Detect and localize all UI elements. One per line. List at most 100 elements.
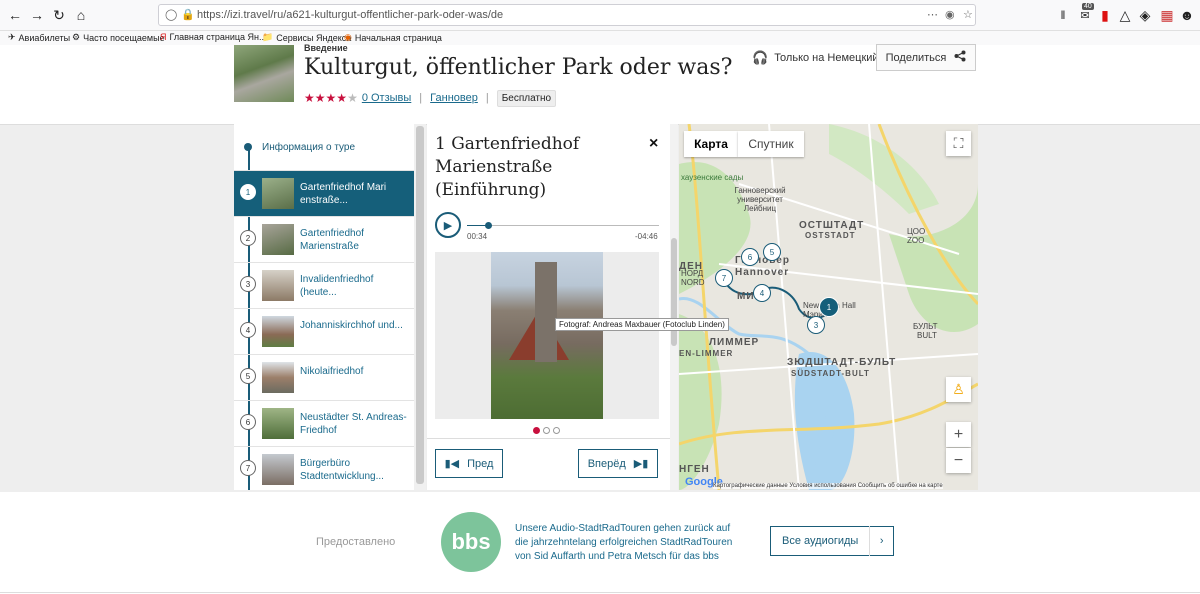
stop-title: 1 Gartenfriedhof Marienstraße (Einführun… (435, 134, 580, 200)
map-label: SÜDSTADT-BULT (791, 369, 870, 378)
home-icon[interactable]: ⌂ (70, 4, 92, 26)
map-footer-links[interactable]: Картографические данные Условия использо… (713, 483, 943, 489)
bookmark-item[interactable]: ✈ Авиабилеты (8, 32, 70, 43)
star-rating: ★★★★★ (304, 91, 358, 105)
stop-item-1[interactable]: 1 Gartenfriedhof Mari enstraße... (234, 170, 414, 216)
stops-list: Информация о туре 1 Gartenfriedhof Mari … (234, 124, 414, 490)
translate-extension-icon[interactable]: ◈ (1134, 4, 1156, 26)
tour-info-item[interactable]: Информация о туре (234, 124, 414, 170)
photo-gallery[interactable] (435, 252, 659, 419)
gallery-dot[interactable] (553, 427, 560, 434)
lock-icon[interactable]: 🔒 (181, 8, 195, 21)
zoom-out-icon[interactable]: − (946, 448, 971, 473)
bookmark-item[interactable]: ⚙ Часто посещаемые (72, 32, 165, 43)
reviews-link[interactable]: 0 Отзывы (362, 92, 411, 104)
page-title: Kulturgut, öffentlicher Park oder was? (304, 55, 733, 80)
bbs-logo[interactable]: bbs (441, 512, 501, 572)
gallery-extension-icon[interactable]: ▦ (1156, 4, 1178, 26)
stop-item-3[interactable]: 3 Invalidenfriedhof (heute... (234, 262, 414, 308)
chevron-right-icon: › (869, 526, 893, 556)
gear-icon: ⚙ (72, 32, 81, 42)
next-button[interactable]: Вперёд ▶▮ (578, 449, 658, 478)
map-label: ЗЮДШТАДТ-БУЛЬТ (787, 357, 897, 368)
map-label: НГЕН (679, 464, 710, 475)
star-icon: ★ (336, 91, 348, 105)
stop-item-4[interactable]: 4 Johanniskirchhof und... (234, 308, 414, 354)
provider-description: Unsere Audio-StadtRadTouren gehen zurück… (515, 523, 733, 562)
tour-info-label: Информация о туре (262, 142, 356, 153)
skip-forward-icon: ▶▮ (633, 458, 649, 470)
prev-label: Пред (467, 457, 494, 470)
map-label: ДЕН (679, 261, 704, 272)
fullscreen-icon[interactable]: ⛶ (946, 131, 971, 156)
map-label: ОСТШТАДТ (799, 220, 865, 231)
library-icon[interactable]: ‖ (1052, 4, 1074, 26)
share-button[interactable]: Поделиться (876, 44, 976, 71)
bookmark-star-icon[interactable]: ☆ (963, 8, 973, 21)
bookmark-item[interactable]: Я Главная страница Ян... (160, 32, 267, 42)
stop-thumbnail (262, 362, 294, 393)
close-button[interactable]: × (649, 135, 658, 153)
all-audioguides-button[interactable]: Все аудиогиды › (770, 526, 894, 556)
audio-progress-track[interactable] (467, 225, 659, 226)
pegman-icon[interactable]: ♙ (946, 377, 971, 402)
sidebar-scrollbar-thumb[interactable] (416, 126, 424, 484)
share-label: Поделиться (885, 51, 947, 64)
stop-thumbnail (262, 316, 294, 347)
bookmarks-bar: ✈ Авиабилеты ⚙ Часто посещаемые Я Главная с… (0, 31, 1200, 45)
back-icon[interactable]: ← (4, 4, 26, 26)
pocket-icon[interactable]: ◉ (945, 8, 955, 21)
all-audioguides-label: Все аудиогиды (782, 535, 859, 547)
forward-icon[interactable]: → (26, 4, 48, 26)
map-label: ЛИММЕР (709, 337, 760, 348)
more-icon[interactable]: ⋯ (927, 8, 938, 21)
time-remaining: -04:46 (635, 232, 658, 241)
language-label: Только на Немецкий (774, 52, 879, 64)
tab-map[interactable]: Карта (684, 131, 738, 157)
stop-number: 2 (240, 230, 256, 246)
map-label: OSTSTADT (805, 231, 856, 240)
map-label: BULT (917, 331, 937, 340)
gallery-dot[interactable] (533, 427, 540, 434)
star-icon: ★ (304, 91, 315, 105)
tab-satellite[interactable]: Спутник (738, 131, 804, 157)
url-text[interactable]: https://izi.travel/ru/a621-kulturgut-off… (197, 9, 503, 21)
map-marker-3[interactable]: 3 (807, 316, 825, 334)
url-bar[interactable]: ◯ 🔒 https://izi.travel/ru/a621-kulturgut… (158, 4, 976, 26)
play-button[interactable]: ▶ (435, 212, 461, 238)
map-label: Hannover (735, 267, 790, 278)
prev-button[interactable]: ▮◀ Пред (435, 449, 503, 478)
bookmark-item[interactable]: ◉ Начальная страница (344, 32, 442, 43)
gallery-dot[interactable] (543, 427, 550, 434)
map-marker-7[interactable]: 7 (715, 269, 733, 287)
shield-icon[interactable]: ◯ (165, 8, 177, 21)
map-marker-4[interactable]: 4 (753, 284, 771, 302)
account-icon[interactable]: ☻ (1176, 4, 1198, 26)
zoom-in-icon[interactable]: + (946, 422, 971, 447)
skip-back-icon: ▮◀ (444, 458, 460, 470)
map[interactable]: Карта Спутник ⛶ ОСТШТАДТ OSTSTADT Ганнов… (679, 124, 978, 490)
drive-extension-icon[interactable]: △ (1114, 4, 1136, 26)
stop-item-6[interactable]: 6 Neustädter St. Andreas-Friedhof (234, 400, 414, 446)
plane-icon: ✈ (8, 32, 16, 42)
stop-item-2[interactable]: 2 Gartenfriedhof Marienstraße (234, 216, 414, 262)
map-label: хаузенские сады (681, 173, 744, 182)
stop-number: 7 (240, 460, 256, 476)
folder-icon: 📁 (262, 32, 274, 42)
divider (0, 592, 1200, 593)
map-marker-1[interactable]: 1 (819, 297, 839, 317)
tour-kicker: Введение (304, 43, 348, 53)
flag-extension-icon[interactable]: ▮ (1094, 4, 1116, 26)
reload-icon[interactable]: ↻ (48, 4, 70, 26)
map-marker-5[interactable]: 5 (763, 243, 781, 261)
stop-label: Gartenfriedhof Marienstraße (300, 228, 364, 252)
time-current: 00:34 (467, 232, 488, 241)
play-icon: ▶ (443, 219, 453, 232)
city-link[interactable]: Ганновер (430, 92, 478, 104)
map-marker-6[interactable]: 6 (741, 248, 759, 266)
stop-item-5[interactable]: 5 Nikolaifriedhof (234, 354, 414, 400)
stop-item-7[interactable]: 7 Bürgerbüro Stadtentwicklung... (234, 446, 414, 490)
audio-progress-handle[interactable] (485, 222, 492, 229)
map-label: Ганноверский университет Лейбниц (734, 186, 786, 213)
bookmark-item[interactable]: 📁 Сервисы Яндекса (262, 32, 351, 43)
